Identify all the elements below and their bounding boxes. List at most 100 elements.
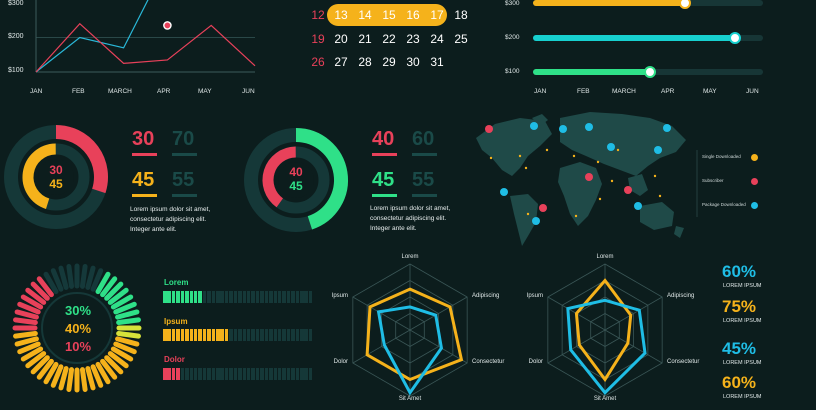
- map-marker: [663, 124, 671, 132]
- hbar-xtick: FEB: [577, 88, 590, 95]
- segbar-segment: [198, 368, 202, 380]
- desc-line: Lorem ipsum dolor sit amet,: [130, 206, 211, 213]
- segbar-segment: [264, 368, 269, 380]
- ring-segment: [85, 265, 96, 290]
- segbar-segment: [273, 329, 277, 341]
- segbar-segment: [282, 291, 286, 303]
- stat-value: 70: [172, 128, 195, 150]
- stat-value: 60: [412, 128, 435, 150]
- ring-segment: [13, 317, 38, 326]
- map-city-dot: [518, 154, 522, 158]
- calendar-day: 12: [311, 8, 325, 22]
- donut1-center-bottom: 45: [49, 177, 63, 191]
- line-chart-xtick: APR: [157, 88, 171, 95]
- stat-value: 55: [172, 169, 195, 191]
- map-city-dot: [545, 148, 549, 152]
- stat-underline: [132, 153, 157, 156]
- map-legend-label: Subscriber: [702, 178, 724, 183]
- segbar-segment: [211, 368, 216, 380]
- segbar-segment: [233, 329, 238, 341]
- segbar-segment: [238, 329, 242, 341]
- map-marker: [559, 125, 567, 133]
- calendar-day: 20: [334, 32, 348, 46]
- segbar-segment: [238, 291, 242, 303]
- ring-segment: [13, 330, 38, 339]
- map-legend-label: Single Downloaded: [702, 154, 741, 159]
- segbar-segment: [216, 291, 220, 303]
- segbar-segment: [269, 329, 273, 341]
- segbar-segment: [242, 291, 247, 303]
- calendar-day: 26: [311, 55, 325, 69]
- segbar-segment: [229, 291, 233, 303]
- segbar-segment: [207, 368, 211, 380]
- segbar-segment: [220, 329, 224, 341]
- radar-axis-label: Lorem: [401, 254, 419, 260]
- hbar-xtick: JAN: [534, 88, 547, 95]
- segbar-segment: [255, 329, 260, 341]
- calendar-day: 29: [382, 55, 396, 69]
- map-city-dot: [489, 156, 493, 160]
- ring-segment: [115, 336, 140, 347]
- donut1-description: Lorem ipsum dolor sit amet, consectetur …: [130, 205, 210, 235]
- segbar-segment: [264, 329, 269, 341]
- percent-value: 60%: [722, 262, 757, 281]
- segbar-segment: [233, 291, 238, 303]
- calendar-day: 16: [406, 8, 420, 22]
- stat-underline: [372, 194, 397, 197]
- segbar-segment: [291, 368, 295, 380]
- continent-shape: [640, 202, 674, 230]
- stat-value: 40: [372, 128, 395, 150]
- segbar-segment: [163, 368, 167, 380]
- segbar-segment: [242, 329, 247, 341]
- stat-value: 30: [132, 128, 155, 150]
- radar-axis-label: Sit Amet: [398, 396, 422, 402]
- segbar-segment: [282, 368, 286, 380]
- segbar-segment: [224, 291, 229, 303]
- segbar-segment: [171, 329, 176, 341]
- segbar-segment: [242, 368, 247, 380]
- stat-underline: [412, 153, 437, 156]
- stat-underline: [172, 153, 197, 156]
- segbar-segment: [273, 291, 277, 303]
- segbar-segment: [180, 368, 185, 380]
- segbar-segment: [295, 368, 300, 380]
- percent-label: LOREM IPSUM: [723, 360, 762, 366]
- map-marker: [585, 173, 593, 181]
- segbar-label-dolor: Dolor: [164, 355, 185, 364]
- stat-underline: [172, 194, 197, 197]
- calendar-day: 21: [358, 32, 372, 46]
- map-city-dot: [526, 212, 530, 216]
- continent-shape: [628, 174, 648, 196]
- donut1-center-top: 30: [49, 163, 63, 177]
- segbar-segment: [220, 368, 224, 380]
- segbar-segment: [198, 329, 202, 341]
- segbar-segment: [260, 329, 264, 341]
- map-marker: [654, 146, 662, 154]
- donut2-center-top: 40: [289, 165, 303, 179]
- calendar-day: 14: [358, 8, 372, 22]
- segbar-label-lorem: Lorem: [164, 278, 189, 287]
- segbar-segment: [193, 368, 198, 380]
- map-city-dot: [658, 194, 662, 198]
- segbar-segment: [233, 368, 238, 380]
- calendar-day: 31: [430, 55, 444, 69]
- hbar-fill: [533, 69, 651, 75]
- segbar-segment: [304, 329, 308, 341]
- segbar-segment: [286, 329, 291, 341]
- segbar-segment: [176, 291, 180, 303]
- line-chart-xtick: MAY: [198, 88, 212, 95]
- segbar-segment: [251, 291, 255, 303]
- ring-segment: [66, 264, 75, 289]
- ring-label-30: 30%: [64, 303, 92, 318]
- hbar-xtick: JUN: [746, 88, 759, 95]
- segbar-segment: [224, 368, 229, 380]
- segbar-segment: [180, 291, 185, 303]
- ring-segment: [79, 367, 88, 392]
- radar-axis-label: Adipiscing: [667, 293, 695, 299]
- map-marker: [624, 186, 632, 194]
- segbar-segment: [211, 291, 216, 303]
- radar-axis-label: Dolor: [333, 359, 348, 365]
- ring-segment: [14, 309, 39, 320]
- segbar-segment: [171, 368, 176, 380]
- segbar-segment: [176, 368, 180, 380]
